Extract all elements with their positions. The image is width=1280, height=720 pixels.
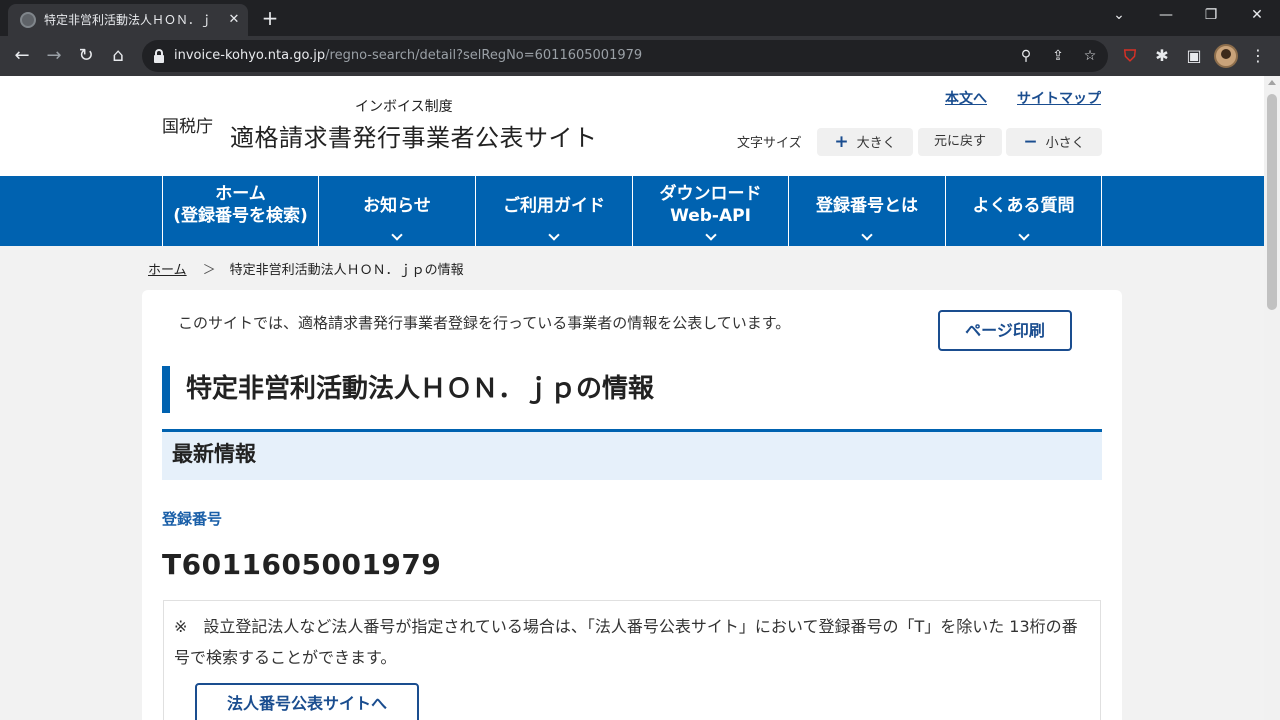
section-heading-latest: 最新情報: [162, 429, 1102, 480]
breadcrumb-home-link[interactable]: ホーム: [148, 263, 187, 278]
new-tab-button[interactable]: +: [258, 6, 282, 30]
nav-guide[interactable]: ご利用ガイド: [475, 176, 632, 246]
reload-icon[interactable]: ↻: [74, 44, 98, 68]
tab-search-icon[interactable]: ⌄: [1105, 4, 1133, 26]
scroll-up-icon[interactable]: [1268, 80, 1276, 85]
url-text[interactable]: invoice-kohyo.nta.go.jp/regno-search/det…: [174, 47, 642, 65]
tab-close-icon[interactable]: ✕: [224, 10, 244, 30]
chevron-down-icon: [861, 229, 873, 241]
nav-news[interactable]: お知らせ: [318, 176, 475, 246]
intro-text: このサイトでは、適格請求書発行事業者登録を行っている事業者の情報を公表しています…: [178, 314, 791, 332]
lock-icon[interactable]: [154, 49, 164, 63]
share-icon[interactable]: ⇪: [1048, 46, 1068, 66]
breadcrumb-separator-icon: ＞: [202, 263, 216, 278]
note-text: ※ 設立登記法人など法人番号が指定されている場合は、「法人番号公表サイト」におい…: [174, 617, 1078, 667]
nav-home[interactable]: ホーム (登録番号を検索): [162, 176, 318, 246]
nav-faq[interactable]: よくある質問: [945, 176, 1102, 246]
font-smaller-button[interactable]: − 小さく: [1006, 128, 1102, 156]
nav-about-number[interactable]: 登録番号とは: [788, 176, 945, 246]
minus-icon: −: [1023, 132, 1038, 152]
nav-download[interactable]: ダウンロード Web-API: [632, 176, 788, 246]
main-content-card: このサイトでは、適格請求書発行事業者登録を行っている事業者の情報を公表しています…: [142, 290, 1122, 720]
registration-number-label: 登録番号: [162, 510, 223, 528]
page-scrollbar[interactable]: [1264, 76, 1280, 720]
favicon-icon: [20, 12, 36, 28]
sitemap-link[interactable]: サイトマップ: [1017, 88, 1101, 108]
chevron-down-icon: [391, 229, 403, 241]
breadcrumb: ホーム ＞ 特定非営利活動法人ＨＯＮ．ｊｐの情報: [148, 259, 464, 278]
side-panel-icon[interactable]: ▣: [1182, 44, 1206, 68]
minimize-icon[interactable]: —: [1152, 4, 1180, 26]
browser-tabstrip: 特定非営利活動法人ＨＯＮ．ｊ ✕ + ⌄ — ❐ ✕: [0, 0, 1280, 36]
font-larger-button[interactable]: + 大きく: [817, 128, 913, 156]
font-reset-button[interactable]: 元に戻す: [918, 128, 1002, 156]
plus-icon: +: [834, 132, 849, 152]
shield-extension-icon[interactable]: ⛉: [1118, 44, 1142, 68]
font-size-label: 文字サイズ: [737, 136, 802, 151]
bookmark-star-icon[interactable]: ☆: [1080, 46, 1100, 66]
page-title: 特定非営利活動法人ＨＯＮ．ｊｐの情報: [162, 366, 654, 413]
page-viewport: 国税庁 インボイス制度 適格請求書発行事業者公表サイト 本文へ サイトマップ 文…: [0, 76, 1264, 720]
skip-to-main-link[interactable]: 本文へ: [945, 88, 987, 108]
chevron-down-icon: [1017, 229, 1030, 241]
restore-icon[interactable]: ❐: [1197, 4, 1225, 26]
zoom-icon[interactable]: ⚲: [1016, 46, 1036, 66]
chevron-down-icon: [704, 229, 717, 241]
window-close-icon[interactable]: ✕: [1243, 4, 1271, 26]
back-icon[interactable]: ←: [10, 44, 34, 68]
site-subtitle: インボイス制度: [355, 99, 453, 115]
home-icon[interactable]: ⌂: [106, 44, 130, 68]
browser-tab[interactable]: 特定非営利活動法人ＨＯＮ．ｊ ✕: [8, 4, 248, 36]
extensions-puzzle-icon[interactable]: ✱: [1150, 44, 1174, 68]
forward-icon[interactable]: →: [42, 44, 66, 68]
scrollbar-thumb[interactable]: [1267, 94, 1277, 310]
registration-number-value: T6011605001979: [162, 548, 442, 581]
print-page-button[interactable]: ページ印刷: [938, 310, 1072, 351]
browser-toolbar: ← → ↻ ⌂ invoice-kohyo.nta.go.jp/regno-se…: [0, 36, 1280, 76]
site-header: 国税庁 インボイス制度 適格請求書発行事業者公表サイト 本文へ サイトマップ 文…: [0, 76, 1264, 176]
browser-menu-icon[interactable]: ⋮: [1246, 44, 1270, 68]
tab-title: 特定非営利活動法人ＨＯＮ．ｊ: [44, 13, 213, 27]
global-nav: ホーム (登録番号を検索) お知らせ ご利用ガイド ダウンロード Web-API…: [0, 176, 1264, 246]
profile-avatar[interactable]: [1214, 44, 1238, 68]
note-box: ※ 設立登記法人など法人番号が指定されている場合は、「法人番号公表サイト」におい…: [163, 600, 1101, 720]
site-title[interactable]: 適格請求書発行事業者公表サイト: [230, 118, 598, 153]
corporate-number-site-button[interactable]: 法人番号公表サイトへ: [195, 683, 419, 720]
address-bar[interactable]: invoice-kohyo.nta.go.jp/regno-search/det…: [142, 40, 1108, 72]
breadcrumb-current: 特定非営利活動法人ＨＯＮ．ｊｐの情報: [229, 263, 464, 278]
agency-logo[interactable]: 国税庁: [162, 112, 213, 137]
chevron-down-icon: [548, 229, 560, 241]
